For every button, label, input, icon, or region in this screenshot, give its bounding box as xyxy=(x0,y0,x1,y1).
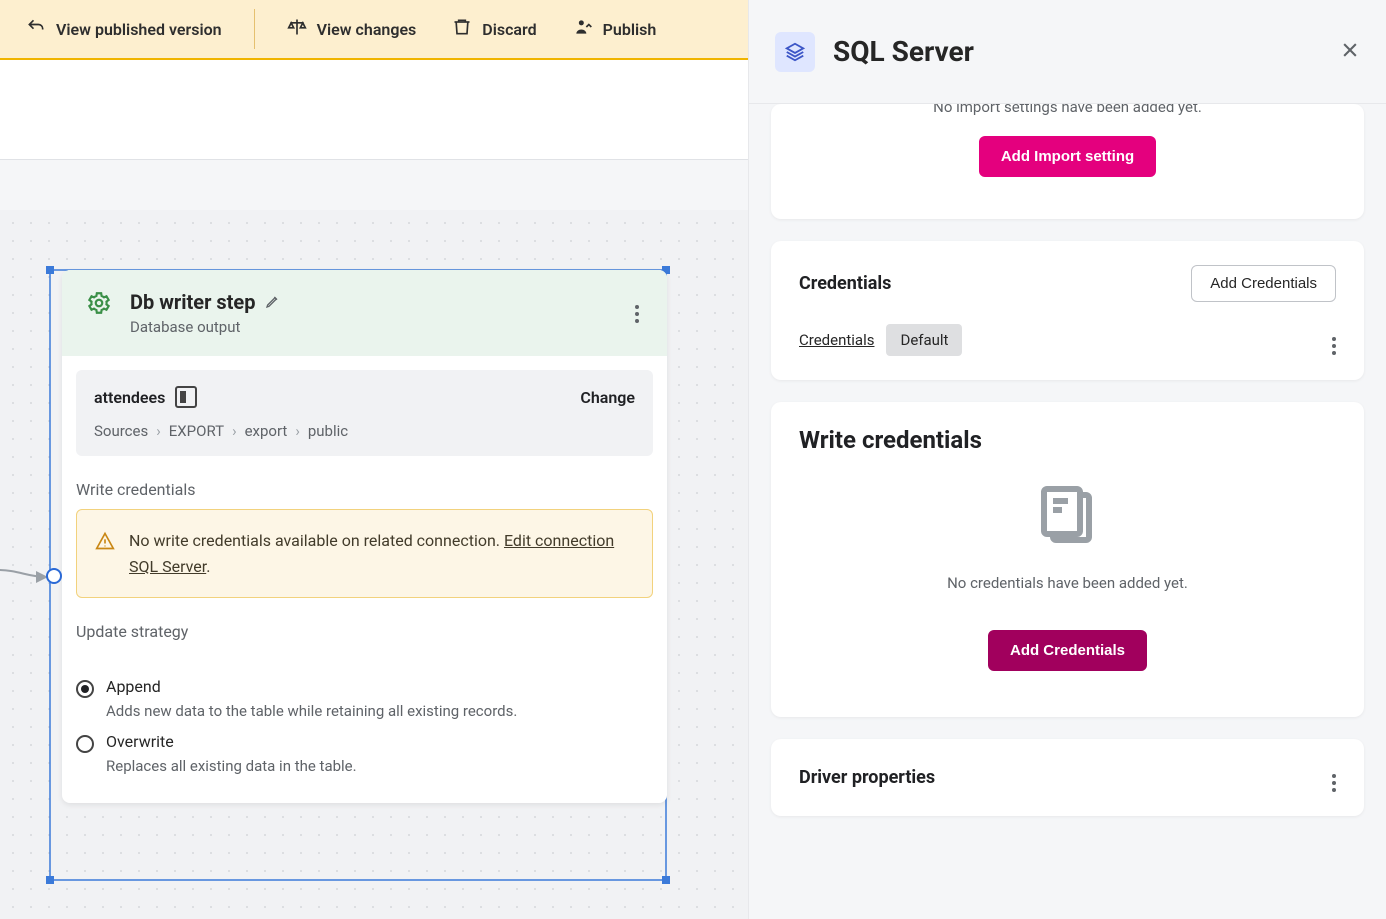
node-title-block: Db writer step Database output xyxy=(130,290,613,336)
warning-banner: No write credentials available on relate… xyxy=(76,509,653,598)
crumb[interactable]: export xyxy=(245,422,288,440)
scales-icon xyxy=(287,17,307,41)
view-changes-button[interactable]: View changes xyxy=(279,11,425,47)
connection-drawer: SQL Server No import settings have been … xyxy=(748,0,1386,919)
canvas-area[interactable]: Db writer step Database output attendees… xyxy=(0,210,748,919)
warning-text: No write credentials available on relate… xyxy=(129,531,504,550)
discard-label: Discard xyxy=(482,20,536,39)
credentials-link[interactable]: Credentials xyxy=(799,331,874,349)
publish-icon xyxy=(573,17,593,41)
credentials-heading: Credentials xyxy=(799,273,891,294)
import-settings-card: No import settings have been added yet. … xyxy=(771,104,1364,219)
option-append[interactable]: Append Adds new data to the table while … xyxy=(76,677,653,720)
document-icon xyxy=(1032,480,1104,556)
option-overwrite[interactable]: Overwrite Replaces all existing data in … xyxy=(76,732,653,775)
warning-icon xyxy=(95,528,115,579)
drawer-close-button[interactable] xyxy=(1340,40,1360,64)
credentials-row: Credentials Default xyxy=(799,324,1336,356)
more-vertical-icon xyxy=(635,305,639,323)
update-strategy-options: Append Adds new data to the table while … xyxy=(62,651,667,803)
update-strategy-label: Update strategy xyxy=(62,598,667,651)
node-title: Db writer step xyxy=(130,290,255,314)
undo-icon xyxy=(26,17,46,41)
input-port[interactable] xyxy=(46,568,62,584)
db-writer-node[interactable]: Db writer step Database output attendees… xyxy=(62,270,667,803)
gear-icon xyxy=(86,290,112,320)
append-desc: Adds new data to the table while retaini… xyxy=(106,702,517,720)
credentials-row-menu[interactable] xyxy=(1332,326,1336,355)
driver-properties-card: Driver properties xyxy=(771,739,1364,816)
crumb[interactable]: Sources xyxy=(94,422,148,440)
add-import-setting-button[interactable]: Add Import setting xyxy=(979,136,1156,177)
append-title: Append xyxy=(106,677,517,696)
chevron-right-icon: › xyxy=(232,422,237,440)
view-published-label: View published version xyxy=(56,20,222,39)
node-menu-button[interactable] xyxy=(631,290,643,327)
target-breadcrumb: Sources › EXPORT › export › public xyxy=(94,422,635,440)
overwrite-title: Overwrite xyxy=(106,732,357,751)
overwrite-desc: Replaces all existing data in the table. xyxy=(106,757,357,775)
drawer-body: No import settings have been added yet. … xyxy=(749,104,1386,844)
write-credentials-heading: Write credentials xyxy=(799,426,1336,454)
discard-button[interactable]: Discard xyxy=(444,11,544,47)
write-credentials-empty: No credentials have been added yet. Add … xyxy=(799,480,1336,689)
credentials-card: Credentials Add Credentials Credentials … xyxy=(771,241,1364,380)
more-vertical-icon xyxy=(1332,774,1336,792)
radio-overwrite[interactable] xyxy=(76,735,94,753)
crumb[interactable]: EXPORT xyxy=(169,422,224,440)
panel-collapse-icon[interactable] xyxy=(175,386,197,408)
view-changes-label: View changes xyxy=(317,20,417,39)
publish-button[interactable]: Publish xyxy=(565,11,665,47)
topbar-divider xyxy=(254,9,255,49)
publish-label: Publish xyxy=(603,20,657,39)
node-header: Db writer step Database output xyxy=(62,270,667,356)
connection-type-icon xyxy=(775,32,815,72)
drawer-header: SQL Server xyxy=(749,0,1386,104)
chevron-right-icon: › xyxy=(156,422,161,440)
target-selector: attendees Change Sources › EXPORT › expo… xyxy=(76,370,653,456)
trash-icon xyxy=(452,17,472,41)
radio-append[interactable] xyxy=(76,680,94,698)
view-published-button[interactable]: View published version xyxy=(18,11,230,47)
write-credentials-label: Write credentials xyxy=(62,456,667,509)
crumb[interactable]: public xyxy=(308,422,348,440)
write-credentials-card: Write credentials No credentials have be… xyxy=(771,402,1364,717)
chevron-right-icon: › xyxy=(295,422,300,440)
driver-properties-heading: Driver properties xyxy=(799,767,935,788)
drawer-title: SQL Server xyxy=(833,35,974,68)
change-target-button[interactable]: Change xyxy=(580,388,635,407)
default-badge: Default xyxy=(886,324,962,356)
add-credentials-button[interactable]: Add Credentials xyxy=(1191,265,1336,302)
pencil-icon[interactable] xyxy=(265,290,281,314)
target-table-name: attendees xyxy=(94,388,165,407)
write-empty-text: No credentials have been added yet. xyxy=(947,574,1188,592)
import-empty-text: No import settings have been added yet. xyxy=(799,104,1336,116)
driver-properties-menu[interactable] xyxy=(1332,763,1336,792)
add-write-credentials-button[interactable]: Add Credentials xyxy=(988,630,1147,671)
more-vertical-icon xyxy=(1332,337,1336,355)
node-subtitle: Database output xyxy=(130,318,613,336)
warning-text-end: . xyxy=(206,557,210,576)
